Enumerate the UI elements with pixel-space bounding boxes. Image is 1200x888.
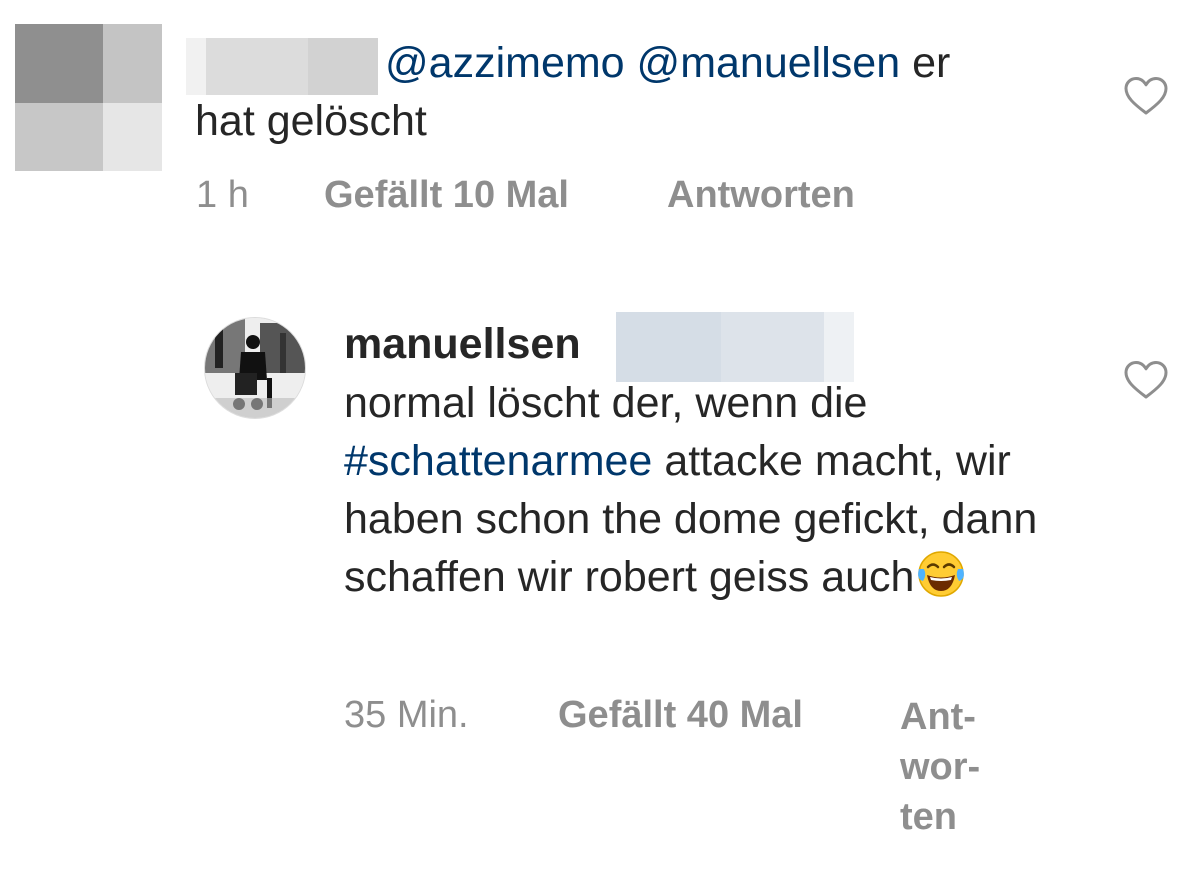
avatar-photo <box>205 318 305 418</box>
comment2-text: normal löscht der, wenn die #schattenarm… <box>344 374 1084 606</box>
comment2-avatar[interactable] <box>204 317 306 419</box>
comment1-text-tail: er <box>912 39 951 87</box>
heart-outline-icon[interactable] <box>1124 76 1168 116</box>
comment1-text: @azzimemo @manuellsen er hat gelöscht <box>195 34 1075 150</box>
reply-line: Ant- <box>900 696 976 738</box>
heart-outline-icon[interactable] <box>1124 360 1168 400</box>
comment1-reply-button[interactable]: Antworten <box>667 172 855 218</box>
comment1-text-line2: hat gelöscht <box>195 97 427 145</box>
mention-azzimemo[interactable]: @azzimemo <box>385 39 625 87</box>
comment2-badge-blurred <box>616 312 854 382</box>
mention-manuellsen[interactable]: @manuellsen <box>637 39 901 87</box>
comment2-text-start: normal löscht der, wenn die <box>344 379 868 427</box>
comment1-time: 1 h <box>196 174 249 216</box>
hashtag-schattenarmee[interactable]: #schattenarmee <box>344 437 652 485</box>
reply-line: wor- <box>900 746 981 788</box>
comment1-avatar-blurred[interactable] <box>15 24 162 171</box>
comment2-time: 35 Min. <box>344 694 469 736</box>
comment2-reply-button[interactable]: Ant- wor- ten <box>900 692 980 842</box>
reply-line: ten <box>900 796 957 838</box>
comment2-username[interactable]: manuellsen <box>344 318 581 370</box>
comment2-likes-link[interactable]: Gefällt 40 Mal <box>558 692 803 738</box>
comment1-likes-link[interactable]: Gefällt 10 Mal <box>324 172 569 218</box>
face-with-tears-of-joy-icon <box>918 551 965 597</box>
